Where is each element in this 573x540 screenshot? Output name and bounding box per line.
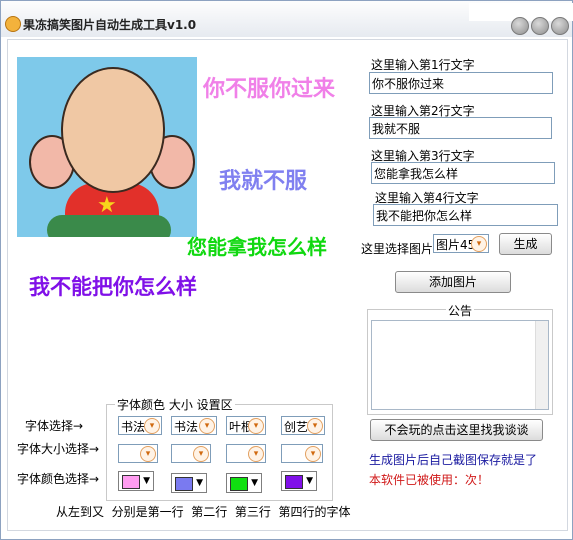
chevron-down-icon: ▾ [144, 418, 160, 434]
font-select-line-4[interactable]: 创艺 ▾ [281, 416, 325, 435]
notice-scrollbar[interactable] [535, 321, 548, 409]
chevron-down-icon: ▾ [199, 418, 215, 434]
preview-image: ★ [17, 57, 197, 237]
font-select-line-2[interactable]: 书法 ▾ [171, 416, 217, 435]
settings-caption: 从左到又 分别是第一行 第二行 第三行 第四行的字体 [56, 505, 351, 519]
color-picker-line-4[interactable]: ▼ [281, 471, 317, 491]
settings-group-title: 字体颜色 大小 设置区 [115, 396, 235, 413]
minimize-button[interactable] [511, 17, 529, 35]
close-button[interactable] [551, 17, 569, 35]
color-row-label: 字体颜色选择→ [17, 472, 100, 486]
color-picker-line-1[interactable]: ▼ [118, 471, 154, 491]
preview-line-2: 我就不服 [219, 168, 308, 194]
preview-line-1: 你不服你过来 [203, 76, 336, 102]
color-swatch [230, 477, 248, 491]
color-swatch [175, 477, 193, 491]
chevron-down-icon: ▾ [140, 446, 156, 462]
line-1-input[interactable] [369, 72, 553, 94]
line-3-input[interactable] [371, 162, 555, 184]
preview-line-4: 我不能把你怎么样 [29, 274, 197, 299]
chevron-down-icon: ▾ [248, 446, 264, 462]
caret-down-icon: ▼ [196, 478, 203, 488]
generate-button[interactable]: 生成 [499, 233, 552, 255]
cartoon-head [61, 67, 165, 193]
font-select-line-3[interactable]: 叶根 ▾ [226, 416, 266, 435]
color-swatch [122, 475, 140, 489]
size-select-line-2[interactable]: ▾ [171, 444, 211, 463]
line-2-input[interactable] [369, 117, 552, 139]
color-picker-line-3[interactable]: ▼ [226, 473, 262, 493]
notice-textarea[interactable] [371, 320, 549, 410]
caret-down-icon: ▼ [143, 476, 150, 486]
notice-title: 公告 [446, 302, 475, 319]
font-select-line-1[interactable]: 书法 ▾ [118, 416, 162, 435]
size-select-line-4[interactable]: ▾ [281, 444, 323, 463]
footer-tip: 生成图片后自己截图保存就是了 [369, 453, 538, 467]
chevron-down-icon: ▾ [307, 418, 323, 434]
size-select-line-3[interactable]: ▾ [226, 444, 266, 463]
notice-group: 公告 [367, 302, 553, 415]
app-icon [5, 16, 21, 32]
color-swatch [285, 475, 303, 489]
preview-line-3: 您能拿我怎么样 [187, 235, 327, 259]
font-select-value: 书法 [174, 420, 199, 434]
contact-button[interactable]: 不会玩的点击这里找我谈谈 [370, 419, 543, 441]
color-picker-line-2[interactable]: ▼ [171, 473, 207, 493]
font-select-value: 创艺 [284, 420, 309, 434]
star-icon: ★ [97, 193, 117, 218]
window-title: 果冻搞笑图片自动生成工具v1.0 [23, 18, 197, 32]
chevron-down-icon: ▾ [193, 446, 209, 462]
line-1-label: 这里输入第1行文字 [371, 58, 475, 72]
chevron-down-icon: ▾ [305, 446, 321, 462]
app-window: 果冻搞笑图片自动生成工具v1.0 ★ 你不服你过来 我就不服 您能拿我怎么样 我… [0, 0, 573, 540]
picture-select[interactable]: 图片45 ▾ [433, 234, 489, 253]
add-image-button[interactable]: 添加图片 [395, 271, 511, 293]
title-bar: 果冻搞笑图片自动生成工具v1.0 [1, 1, 573, 37]
picture-select-value: 图片45 [436, 238, 476, 252]
chevron-down-icon: ▾ [248, 418, 264, 434]
caret-down-icon: ▼ [306, 476, 313, 486]
chevron-down-icon: ▾ [471, 236, 487, 252]
caret-down-icon: ▼ [251, 478, 258, 488]
font-select-value: 书法 [121, 420, 146, 434]
picture-select-label: 这里选择图片 [361, 242, 434, 256]
font-row-label: 字体选择→ [25, 419, 84, 433]
size-row-label: 字体大小选择→ [17, 442, 100, 456]
cartoon-legs [47, 215, 171, 237]
size-select-line-1[interactable]: ▾ [118, 444, 158, 463]
usage-counter: 本软件已被使用：次！ [369, 473, 490, 487]
line-4-input[interactable] [373, 204, 558, 226]
maximize-button[interactable] [531, 17, 549, 35]
